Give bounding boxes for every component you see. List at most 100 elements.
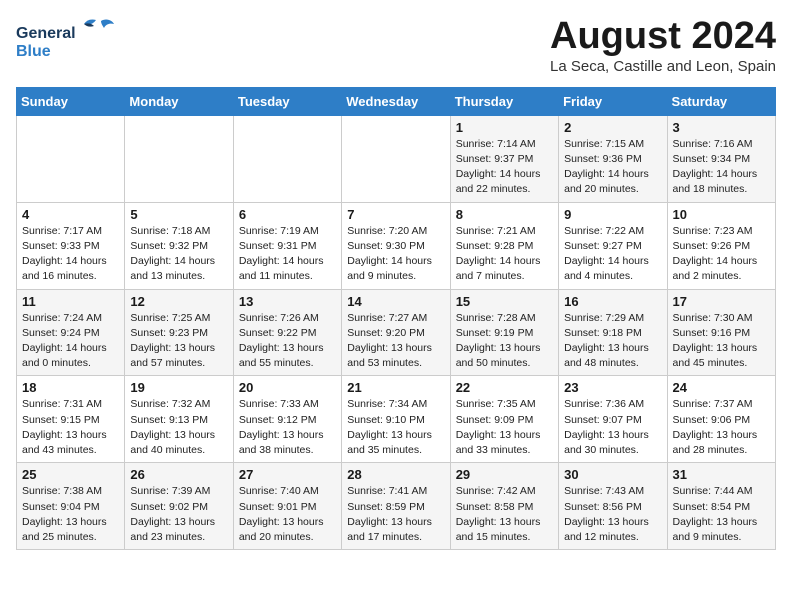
day-info: Sunrise: 7:20 AM Sunset: 9:30 PM Dayligh…: [347, 224, 444, 285]
calendar-cell: 30 Sunrise: 7:43 AM Sunset: 8:56 PM Dayli…: [559, 463, 667, 550]
calendar-cell: 20 Sunrise: 7:33 AM Sunset: 9:12 PM Dayli…: [233, 376, 341, 463]
day-info: Sunrise: 7:34 AM Sunset: 9:10 PM Dayligh…: [347, 397, 444, 458]
day-number: 28: [347, 467, 444, 482]
day-number: 1: [456, 120, 553, 135]
day-number: 2: [564, 120, 661, 135]
calendar-cell: [233, 115, 341, 202]
weekday-header-thursday: Thursday: [450, 87, 558, 115]
day-number: 31: [673, 467, 770, 482]
day-number: 16: [564, 294, 661, 309]
day-info: Sunrise: 7:25 AM Sunset: 9:23 PM Dayligh…: [130, 311, 227, 372]
day-info: Sunrise: 7:24 AM Sunset: 9:24 PM Dayligh…: [22, 311, 119, 372]
day-info: Sunrise: 7:35 AM Sunset: 9:09 PM Dayligh…: [456, 397, 553, 458]
day-info: Sunrise: 7:36 AM Sunset: 9:07 PM Dayligh…: [564, 397, 661, 458]
day-number: 15: [456, 294, 553, 309]
day-info: Sunrise: 7:43 AM Sunset: 8:56 PM Dayligh…: [564, 484, 661, 545]
day-info: Sunrise: 7:42 AM Sunset: 8:58 PM Dayligh…: [456, 484, 553, 545]
calendar-cell: 8 Sunrise: 7:21 AM Sunset: 9:28 PM Daylig…: [450, 202, 558, 289]
month-title: August 2024: [550, 16, 776, 58]
day-number: 13: [239, 294, 336, 309]
logo-text: General Blue: [16, 16, 126, 65]
calendar-cell: 22 Sunrise: 7:35 AM Sunset: 9:09 PM Dayli…: [450, 376, 558, 463]
day-info: Sunrise: 7:22 AM Sunset: 9:27 PM Dayligh…: [564, 224, 661, 285]
day-number: 3: [673, 120, 770, 135]
day-info: Sunrise: 7:26 AM Sunset: 9:22 PM Dayligh…: [239, 311, 336, 372]
calendar-cell: 19 Sunrise: 7:32 AM Sunset: 9:13 PM Dayli…: [125, 376, 233, 463]
day-info: Sunrise: 7:19 AM Sunset: 9:31 PM Dayligh…: [239, 224, 336, 285]
day-number: 20: [239, 380, 336, 395]
calendar-cell: 13 Sunrise: 7:26 AM Sunset: 9:22 PM Dayli…: [233, 289, 341, 376]
day-number: 17: [673, 294, 770, 309]
calendar-cell: 14 Sunrise: 7:27 AM Sunset: 9:20 PM Dayli…: [342, 289, 450, 376]
day-info: Sunrise: 7:28 AM Sunset: 9:19 PM Dayligh…: [456, 311, 553, 372]
calendar-cell: 21 Sunrise: 7:34 AM Sunset: 9:10 PM Dayli…: [342, 376, 450, 463]
day-number: 23: [564, 380, 661, 395]
svg-text:Blue: Blue: [16, 43, 51, 60]
calendar-cell: 24 Sunrise: 7:37 AM Sunset: 9:06 PM Dayli…: [667, 376, 775, 463]
calendar-cell: 10 Sunrise: 7:23 AM Sunset: 9:26 PM Dayli…: [667, 202, 775, 289]
weekday-header-friday: Friday: [559, 87, 667, 115]
calendar-cell: 27 Sunrise: 7:40 AM Sunset: 9:01 PM Dayli…: [233, 463, 341, 550]
title-area: August 2024 La Seca, Castille and Leon, …: [550, 16, 776, 75]
weekday-header-monday: Monday: [125, 87, 233, 115]
day-info: Sunrise: 7:39 AM Sunset: 9:02 PM Dayligh…: [130, 484, 227, 545]
day-info: Sunrise: 7:33 AM Sunset: 9:12 PM Dayligh…: [239, 397, 336, 458]
calendar-cell: 31Sunrise: 7:44 AM Sunset: 8:54 PM Dayli…: [667, 463, 775, 550]
day-number: 6: [239, 207, 336, 222]
day-number: 27: [239, 467, 336, 482]
day-info: Sunrise: 7:18 AM Sunset: 9:32 PM Dayligh…: [130, 224, 227, 285]
day-number: 25: [22, 467, 119, 482]
calendar-cell: 23 Sunrise: 7:36 AM Sunset: 9:07 PM Dayli…: [559, 376, 667, 463]
day-info: Sunrise: 7:27 AM Sunset: 9:20 PM Dayligh…: [347, 311, 444, 372]
day-number: 30: [564, 467, 661, 482]
day-number: 19: [130, 380, 227, 395]
page-header: General Blue August 2024 La Seca, Castil…: [16, 16, 776, 75]
day-number: 21: [347, 380, 444, 395]
calendar-cell: [125, 115, 233, 202]
day-info: Sunrise: 7:31 AM Sunset: 9:15 PM Dayligh…: [22, 397, 119, 458]
day-number: 4: [22, 207, 119, 222]
weekday-header-wednesday: Wednesday: [342, 87, 450, 115]
day-info: Sunrise: 7:38 AM Sunset: 9:04 PM Dayligh…: [22, 484, 119, 545]
weekday-header-saturday: Saturday: [667, 87, 775, 115]
day-info: Sunrise: 7:37 AM Sunset: 9:06 PM Dayligh…: [673, 397, 770, 458]
day-number: 18: [22, 380, 119, 395]
day-number: 24: [673, 380, 770, 395]
day-info: Sunrise: 7:32 AM Sunset: 9:13 PM Dayligh…: [130, 397, 227, 458]
day-info: Sunrise: 7:23 AM Sunset: 9:26 PM Dayligh…: [673, 224, 770, 285]
calendar-cell: [17, 115, 125, 202]
day-info: Sunrise: 7:40 AM Sunset: 9:01 PM Dayligh…: [239, 484, 336, 545]
location-subtitle: La Seca, Castille and Leon, Spain: [550, 58, 776, 75]
svg-text:General: General: [16, 25, 76, 42]
day-number: 8: [456, 207, 553, 222]
calendar-cell: 28 Sunrise: 7:41 AM Sunset: 8:59 PM Dayli…: [342, 463, 450, 550]
calendar-cell: 12Sunrise: 7:25 AM Sunset: 9:23 PM Dayli…: [125, 289, 233, 376]
calendar-cell: 15 Sunrise: 7:28 AM Sunset: 9:19 PM Dayli…: [450, 289, 558, 376]
calendar-table: SundayMondayTuesdayWednesdayThursdayFrid…: [16, 87, 776, 550]
calendar-cell: 18 Sunrise: 7:31 AM Sunset: 9:15 PM Dayli…: [17, 376, 125, 463]
day-info: Sunrise: 7:15 AM Sunset: 9:36 PM Dayligh…: [564, 137, 661, 198]
day-number: 11: [22, 294, 119, 309]
calendar-cell: 25 Sunrise: 7:38 AM Sunset: 9:04 PM Dayli…: [17, 463, 125, 550]
calendar-cell: 29Sunrise: 7:42 AM Sunset: 8:58 PM Dayli…: [450, 463, 558, 550]
calendar-cell: 3 Sunrise: 7:16 AM Sunset: 9:34 PM Daylig…: [667, 115, 775, 202]
calendar-cell: [342, 115, 450, 202]
calendar-cell: 16 Sunrise: 7:29 AM Sunset: 9:18 PM Dayli…: [559, 289, 667, 376]
day-number: 22: [456, 380, 553, 395]
day-info: Sunrise: 7:21 AM Sunset: 9:28 PM Dayligh…: [456, 224, 553, 285]
day-info: Sunrise: 7:16 AM Sunset: 9:34 PM Dayligh…: [673, 137, 770, 198]
calendar-cell: 2 Sunrise: 7:15 AM Sunset: 9:36 PM Daylig…: [559, 115, 667, 202]
calendar-cell: 11 Sunrise: 7:24 AM Sunset: 9:24 PM Dayli…: [17, 289, 125, 376]
day-info: Sunrise: 7:29 AM Sunset: 9:18 PM Dayligh…: [564, 311, 661, 372]
day-info: Sunrise: 7:41 AM Sunset: 8:59 PM Dayligh…: [347, 484, 444, 545]
calendar-cell: 9Sunrise: 7:22 AM Sunset: 9:27 PM Daylig…: [559, 202, 667, 289]
day-number: 5: [130, 207, 227, 222]
calendar-cell: 4Sunrise: 7:17 AM Sunset: 9:33 PM Daylig…: [17, 202, 125, 289]
day-info: Sunrise: 7:30 AM Sunset: 9:16 PM Dayligh…: [673, 311, 770, 372]
day-number: 10: [673, 207, 770, 222]
day-number: 26: [130, 467, 227, 482]
day-info: Sunrise: 7:14 AM Sunset: 9:37 PM Dayligh…: [456, 137, 553, 198]
logo: General Blue: [16, 16, 126, 65]
day-number: 14: [347, 294, 444, 309]
calendar-cell: 6 Sunrise: 7:19 AM Sunset: 9:31 PM Daylig…: [233, 202, 341, 289]
